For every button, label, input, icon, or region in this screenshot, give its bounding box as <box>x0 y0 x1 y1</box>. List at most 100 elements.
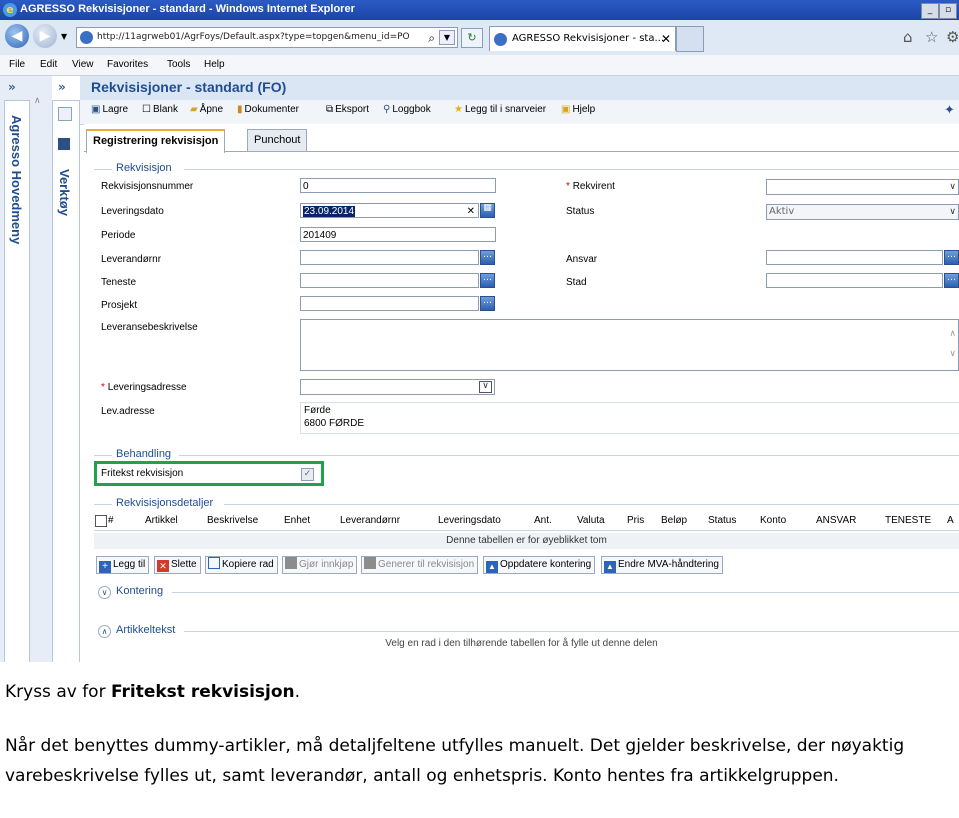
expand-posting-icon[interactable]: ∨ <box>98 586 111 599</box>
history-dropdown-icon[interactable]: ▼ <box>61 32 67 41</box>
select-all-checkbox[interactable] <box>95 515 107 527</box>
purchase-button[interactable]: Gjør innkjøp <box>282 556 358 574</box>
supplier-field[interactable] <box>300 250 479 265</box>
copy-icon[interactable] <box>58 107 72 121</box>
new-tab-button[interactable] <box>676 26 704 52</box>
col-account[interactable]: Konto <box>760 515 786 526</box>
expand-menu-icon[interactable]: » <box>8 80 16 94</box>
col-currency[interactable]: Valuta <box>577 515 605 526</box>
col-supplier[interactable]: Leverandørnr <box>340 515 400 526</box>
status-select[interactable]: Aktiv ∨ <box>766 204 959 220</box>
place-lookup-icon[interactable]: … <box>944 273 959 288</box>
restore-button[interactable]: ▫ <box>939 3 957 19</box>
tab-punchout[interactable]: Punchout <box>247 129 308 151</box>
scroll-down-icon[interactable]: ∨ <box>949 346 956 361</box>
url-field[interactable]: http://11agrweb01/AgrFoys/Default.aspx?t… <box>76 27 458 48</box>
delivery-desc-textarea[interactable]: ∧ ∨ <box>300 319 959 371</box>
tab-registration[interactable]: Registrering rekvisisjon <box>86 129 226 153</box>
search-icon[interactable]: ⌕ <box>428 29 435 48</box>
refresh-button[interactable]: ↻ <box>461 28 483 48</box>
page-globe-icon <box>80 31 93 44</box>
save-button[interactable]: ▣ Lagre <box>91 104 128 115</box>
menu-favorites[interactable]: Favorites <box>107 59 148 70</box>
delivery-address-select[interactable]: ∨ <box>300 379 495 395</box>
copy-row-button[interactable]: Kopiere rad <box>205 556 278 574</box>
col-teneste[interactable]: TENESTE <box>885 515 931 526</box>
section-posting[interactable]: Kontering <box>116 585 163 597</box>
collapse-article-text-icon[interactable]: ∧ <box>98 625 111 638</box>
generate-requisition-button[interactable]: Generer til rekvisisjon <box>361 556 479 574</box>
scroll-up-icon[interactable]: ∧ <box>34 96 41 106</box>
col-unit[interactable]: Enhet <box>284 515 310 526</box>
tools-strip[interactable]: Verktøy <box>52 100 80 662</box>
export-button[interactable]: ⧉ Eksport <box>326 104 369 115</box>
favorites-star-icon[interactable]: ☆ <box>925 28 938 46</box>
col-ansvar[interactable]: ANSVAR <box>816 515 856 526</box>
add-shortcut-button[interactable]: ★ Legg til i snarveier <box>454 104 546 115</box>
col-quantity[interactable]: Ant. <box>534 515 552 526</box>
tools-gear-icon[interactable]: ⚙ <box>946 28 959 46</box>
menu-edit[interactable]: Edit <box>40 59 57 70</box>
main-menu-label[interactable]: Agresso Hovedmeny <box>9 115 24 244</box>
requester-label: * Rekvirent <box>566 181 615 192</box>
grid-empty-message: Denne tabellen er for øyeblikket tom <box>94 533 959 549</box>
req-number-field[interactable]: 0 <box>300 178 496 193</box>
add-row-button[interactable]: + Legg til <box>96 556 150 574</box>
log-button[interactable]: ⚲ Loggbok <box>383 104 431 115</box>
magnifier-icon: ⚲ <box>383 104 391 115</box>
tab-close-icon[interactable]: ✕ <box>661 27 671 51</box>
service-lookup-icon[interactable]: … <box>480 273 495 288</box>
section-article-text[interactable]: Artikkeltekst <box>116 624 175 636</box>
period-field[interactable]: 201409 <box>300 227 496 242</box>
responsibility-field[interactable] <box>766 250 943 265</box>
menu-view[interactable]: View <box>72 59 94 70</box>
menu-help[interactable]: Help <box>204 59 225 70</box>
divider <box>184 169 959 170</box>
forward-button[interactable]: ▶ <box>33 24 57 48</box>
calendar-icon[interactable]: ▦ <box>480 203 495 218</box>
url-text: http://11agrweb01/AgrFoys/Default.aspx?t… <box>97 32 410 42</box>
responsibility-lookup-icon[interactable]: … <box>944 250 959 265</box>
expand-tools-icon[interactable]: » <box>58 80 66 94</box>
menu-file[interactable]: File <box>9 59 25 70</box>
col-number[interactable]: # <box>108 515 114 526</box>
blank-button[interactable]: ☐ Blank <box>142 104 178 115</box>
col-extra[interactable]: A <box>947 515 954 526</box>
place-field[interactable] <box>766 273 943 288</box>
chevron-down-icon: ∨ <box>949 207 956 217</box>
save-disk-icon[interactable] <box>58 138 70 150</box>
open-button[interactable]: ▰ Åpne <box>190 104 223 115</box>
tools-label[interactable]: Verktøy <box>57 169 72 216</box>
change-vat-button[interactable]: ▲ Endre MVA-håndtering <box>601 556 723 574</box>
clear-date-icon[interactable]: ✕ <box>467 204 475 217</box>
update-posting-button[interactable]: ▲ Oppdatere kontering <box>483 556 596 574</box>
minimize-button[interactable]: _ <box>921 3 939 19</box>
col-price[interactable]: Pris <box>627 515 644 526</box>
back-button[interactable]: ◀ <box>5 24 29 48</box>
project-field[interactable] <box>300 296 479 311</box>
main-menu-strip[interactable]: Agresso Hovedmeny <box>4 100 30 662</box>
pin-icon[interactable]: ✦ <box>944 102 955 118</box>
scroll-up-icon[interactable]: ∧ <box>949 326 956 341</box>
col-article[interactable]: Artikkel <box>145 515 178 526</box>
caption-instruction: Kryss av for Fritekst rekvisisjon. <box>5 682 301 702</box>
delivery-date-field[interactable]: 23.09.2014 ✕ <box>300 203 479 218</box>
freetext-checkbox[interactable]: ✓ <box>301 468 314 481</box>
delete-row-button[interactable]: ✕ Slette <box>154 556 201 574</box>
requester-select[interactable]: ∨ <box>766 179 959 195</box>
section-requisition: Rekvisisjon <box>116 162 172 174</box>
col-amount[interactable]: Beløp <box>661 515 687 526</box>
supplier-lookup-icon[interactable]: … <box>480 250 495 265</box>
col-description[interactable]: Beskrivelse <box>207 515 258 526</box>
col-delivery-date[interactable]: Leveringsdato <box>438 515 501 526</box>
help-button[interactable]: ▣ Hjelp <box>561 104 595 115</box>
home-icon[interactable]: ⌂ <box>903 28 913 46</box>
project-lookup-icon[interactable]: … <box>480 296 495 311</box>
browser-tab[interactable]: AGRESSO Rekvisisjoner - sta... ✕ <box>489 26 676 51</box>
responsibility-label: Ansvar <box>566 254 598 265</box>
service-field[interactable] <box>300 273 479 288</box>
url-dropdown-icon[interactable]: ▼ <box>439 30 455 45</box>
documents-button[interactable]: ▮ Dokumenter <box>237 104 299 115</box>
menu-tools[interactable]: Tools <box>167 59 190 70</box>
col-status[interactable]: Status <box>708 515 736 526</box>
